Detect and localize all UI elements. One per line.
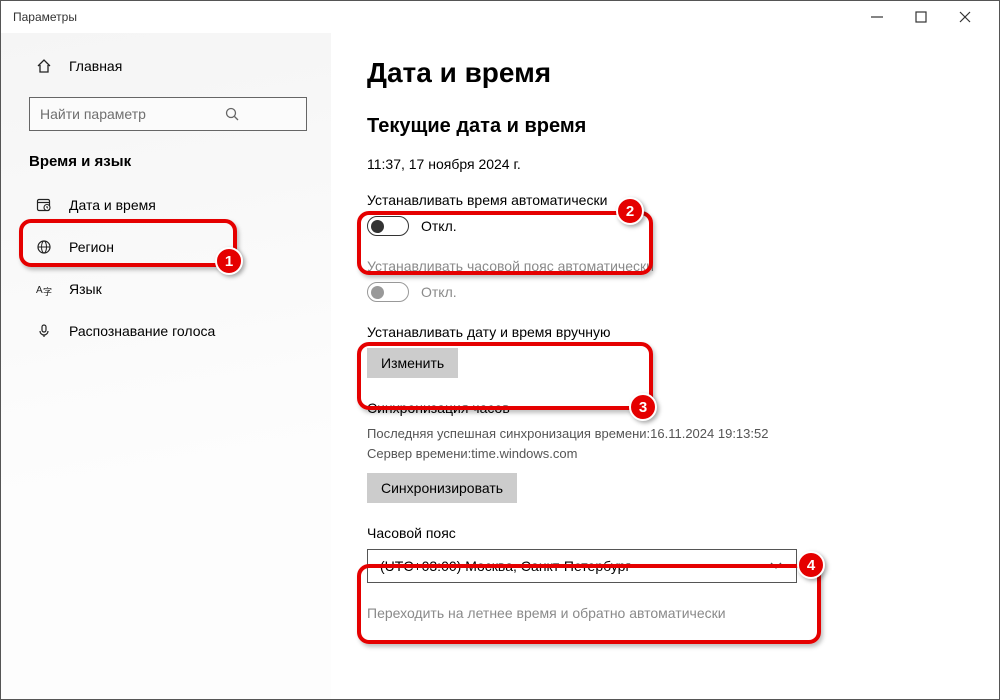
search-placeholder: Найти параметр — [40, 106, 168, 122]
minimize-icon — [869, 9, 885, 25]
auto-tz-state: Откл. — [421, 284, 457, 300]
change-datetime-button[interactable]: Изменить — [367, 348, 458, 378]
sidebar-section-label: Время и язык — [1, 153, 331, 184]
sync-heading: Синхронизация часов — [367, 400, 963, 416]
page-heading: Дата и время — [367, 57, 963, 89]
chevron-down-icon — [768, 557, 784, 576]
svg-text:字: 字 — [43, 286, 52, 297]
close-button[interactable] — [943, 1, 987, 33]
timezone-value: (UTC+03:00) Москва, Санкт-Петербург — [380, 558, 631, 574]
close-icon — [957, 9, 973, 25]
timezone-dropdown[interactable]: (UTC+03:00) Москва, Санкт-Петербург — [367, 549, 797, 583]
auto-tz-toggle — [367, 282, 409, 302]
sidebar-item-language[interactable]: A字 Язык — [1, 268, 331, 310]
auto-time-toggle[interactable] — [367, 216, 409, 236]
timezone-heading: Часовой пояс — [367, 525, 963, 541]
maximize-icon — [913, 9, 929, 25]
window-titlebar: Параметры — [1, 1, 999, 33]
sidebar-item-label: Распознавание голоса — [69, 323, 215, 339]
search-icon — [168, 105, 296, 123]
auto-time-label: Устанавливать время автоматически — [367, 192, 963, 208]
sidebar-item-label: Регион — [69, 239, 114, 255]
maximize-button[interactable] — [899, 1, 943, 33]
current-datetime-value: 11:37, 17 ноября 2024 г. — [367, 156, 963, 172]
sidebar-item-speech[interactable]: Распознавание голоса — [1, 310, 331, 352]
manual-datetime-label: Устанавливать дату и время вручную — [367, 324, 963, 340]
sidebar-item-datetime[interactable]: Дата и время — [1, 184, 331, 226]
globe-icon — [35, 238, 53, 256]
sidebar-item-label: Язык — [69, 281, 102, 297]
sidebar-item-region[interactable]: Регион — [1, 226, 331, 268]
sidebar: Главная Найти параметр Время и язык Дата… — [1, 33, 331, 699]
sidebar-home[interactable]: Главная — [1, 45, 331, 87]
microphone-icon — [35, 322, 53, 340]
main-content: Дата и время Текущие дата и время 11:37,… — [331, 33, 999, 699]
current-datetime-heading: Текущие дата и время — [367, 115, 963, 138]
sidebar-item-label: Дата и время — [69, 197, 156, 213]
home-icon — [35, 57, 53, 75]
auto-tz-label: Устанавливать часовой пояс автоматически — [367, 258, 963, 274]
sync-last-line: Последняя успешная синхронизация времени… — [367, 424, 963, 444]
dst-label: Переходить на летнее время и обратно авт… — [367, 605, 963, 621]
auto-time-state: Откл. — [421, 218, 457, 234]
svg-text:A: A — [36, 285, 43, 296]
minimize-button[interactable] — [855, 1, 899, 33]
window-title: Параметры — [13, 10, 855, 24]
sync-server-line: Сервер времени:time.windows.com — [367, 444, 963, 464]
language-icon: A字 — [35, 280, 53, 298]
search-input[interactable]: Найти параметр — [29, 97, 307, 131]
calendar-clock-icon — [35, 196, 53, 214]
sidebar-home-label: Главная — [69, 58, 122, 74]
sync-now-button[interactable]: Синхронизировать — [367, 473, 517, 503]
